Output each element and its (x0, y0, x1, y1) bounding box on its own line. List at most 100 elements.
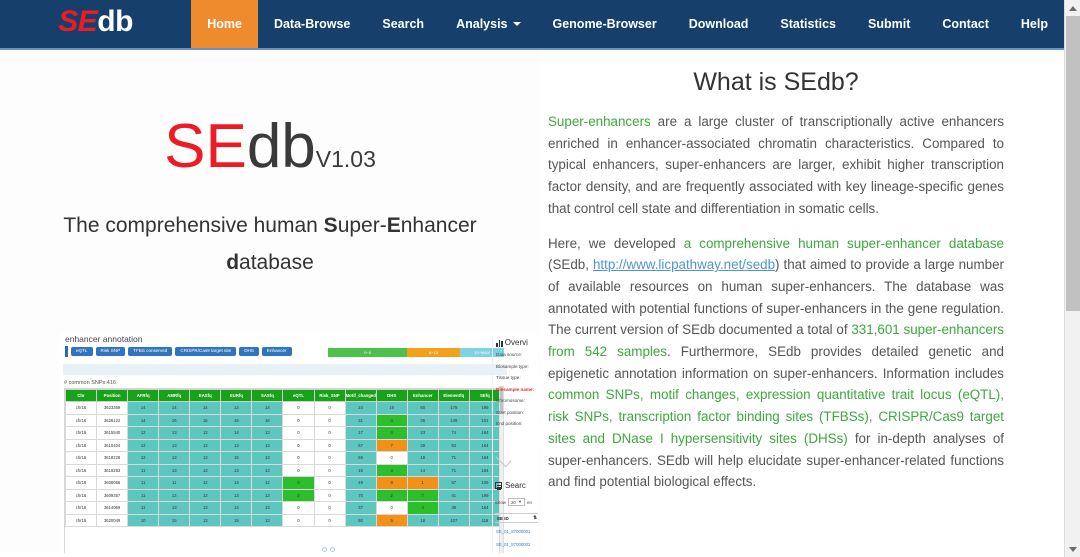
table-cell: 64 (437, 438, 470, 452)
badge-dhs[interactable]: DHS (239, 346, 259, 357)
enhancer-annotation-preview[interactable]: enhancer annotation eQTL Risk SNP TFBS c… (60, 332, 538, 557)
table-row[interactable]: chr16 3615940 12 13 13 14 13 0 0 17 4 23 74 164 (65, 426, 501, 440)
table-row[interactable]: chr16 3620049 10 15 13 15 13 0 0 80 5 16 107 116 (65, 513, 501, 527)
table-cell: 13 (189, 451, 222, 465)
nav-item-statistics[interactable]: Statistics (764, 0, 852, 48)
table-cell: 71 (437, 463, 470, 477)
table-cell: 0 (313, 476, 346, 490)
scroll-up-button[interactable] (1065, 0, 1080, 16)
table-cell: 13 (158, 501, 191, 515)
preview-pager-dots[interactable] (322, 547, 335, 552)
nav-item-submit[interactable]: Submit (852, 0, 926, 48)
table-row[interactable]: chr16 3616283 11 13 13 13 13 0 0 19 3 14 71 164 (65, 463, 501, 477)
table-row[interactable]: chr16 3623359 14 14 14 12 14 0 0 24 19 60 179 199 (65, 401, 501, 415)
table-cell: chr16 (65, 488, 98, 502)
nav-item-help[interactable]: Help (1005, 0, 1064, 48)
table-cell: 0 (313, 426, 346, 440)
table-row[interactable]: chr16 3609357 11 12 13 13 13 2 0 70 2 7 41 199 (65, 488, 501, 502)
nav-item-contact[interactable]: Contact (926, 0, 1005, 48)
table-row[interactable]: chr16 3608066 11 11 12 14 12 3 0 49 9 1 57 109 (65, 476, 501, 490)
table-column-header[interactable]: Motif_changed (344, 389, 377, 402)
table-cell: 24 (344, 401, 377, 415)
entries-select[interactable]: 20 ▾ (507, 498, 526, 506)
tagline-bold-d: d (226, 250, 240, 274)
tagline-part-4: atabase (239, 250, 314, 274)
chevron-down-icon: ▾ (518, 499, 522, 504)
table-column-header[interactable]: AFRfq (127, 389, 160, 402)
badge-crispr-target[interactable]: CRISPR/Cas9 target site (175, 346, 237, 357)
table-cell: 3615940 (96, 426, 129, 440)
table-cell: 15 (189, 413, 222, 427)
window-scrollbar[interactable] (1064, 0, 1080, 557)
table-cell: 13 (189, 438, 222, 452)
scrollbar-thumb[interactable] (1066, 16, 1080, 311)
table-row[interactable]: chr16 3614069 11 13 13 14 13 0 0 37 0 4 39 164 (65, 501, 501, 515)
tagline-part-3: nhancer (400, 214, 477, 237)
main-navbar: SE db Home Data-Browse Search Analysis Ge… (0, 0, 1064, 50)
nav-item-search[interactable]: Search (366, 0, 440, 48)
field-biosample-type: Biosample type: (496, 363, 529, 369)
hero-logo-version: V1.03 (315, 146, 376, 172)
tagline-bold-e: E (386, 214, 401, 237)
badge-risk-snp[interactable]: Risk SNP (95, 346, 126, 357)
table-cell: 12 (158, 488, 191, 502)
list-item[interactable]: SE_01_87000002 (496, 542, 530, 547)
table-cell: 4 (406, 501, 439, 515)
chevron-down-icon (512, 22, 521, 26)
scroll-down-button[interactable] (1065, 541, 1080, 557)
table-column-header[interactable]: eQTL (282, 389, 315, 402)
table-column-header[interactable]: SASfq (251, 389, 284, 402)
table-cell: 12 (220, 401, 253, 415)
table-column-header[interactable]: Chr (65, 389, 98, 402)
table-cell: 39 (406, 438, 439, 452)
table-column-header[interactable]: EURfq (220, 389, 253, 402)
table-column-header[interactable]: Risk_SNP (313, 389, 346, 402)
table-column-header[interactable]: AMRfq (158, 389, 191, 402)
bar-chart-icon (496, 339, 503, 347)
table-column-header[interactable]: Enhancer (406, 389, 439, 402)
article-paragraph-1: Super-enhancers are a large cluster of t… (548, 111, 1004, 220)
table-cell: 7 (375, 438, 408, 452)
nav-item-download[interactable]: Download (673, 0, 765, 48)
site-logo[interactable]: SE db (0, 0, 191, 48)
list-item[interactable]: SE_01_87000001 (496, 529, 530, 534)
badge-enhancer[interactable]: Enhancer (261, 346, 292, 357)
table-column-header[interactable]: Position (96, 389, 129, 402)
nav-item-help-label: Help (1020, 17, 1048, 31)
preview-table-wrapper[interactable]: Chr Position AFRfq AMRfq EASfq EURfq SASfq eQTL… (64, 388, 502, 556)
table-cell: 19 (375, 401, 408, 415)
badge-eqtl[interactable]: eQTL (71, 346, 93, 357)
nav-item-data-browse[interactable]: Data-Browse (258, 0, 366, 48)
table-cell: 13 (251, 438, 284, 452)
table-cell: 55 (344, 451, 377, 465)
table-cell: 18 (406, 451, 439, 465)
table-cell: 3610404 (96, 438, 129, 452)
table-cell: 80 (344, 513, 377, 527)
table-column-header[interactable]: EASfq (189, 389, 222, 402)
nav-item-genome-browser[interactable]: Genome-Browser (537, 0, 673, 48)
table-row[interactable]: chr16 3618228 12 13 13 15 13 0 0 55 0 18 71 164 (65, 451, 501, 465)
preview-overview-title: Overvi (504, 338, 528, 347)
table-row[interactable]: chr16 3610404 12 13 13 13 13 0 0 67 7 39 64 164 (65, 438, 501, 452)
table-row[interactable]: chr16 3626122 14 16 15 16 16 0 0 31 4 36 149 101 (65, 413, 501, 427)
table-cell: 15 (220, 513, 253, 527)
badge-tfbs-conserved[interactable]: TFBS conserved (128, 346, 173, 357)
table-cell: chr16 (65, 513, 98, 527)
table-cell: 3616283 (96, 463, 129, 477)
table-column-header[interactable]: DHS (375, 389, 408, 402)
table-cell: 13 (189, 513, 222, 527)
table-cell: 0 (282, 438, 315, 452)
nav-item-analysis[interactable]: Analysis (440, 0, 536, 48)
preview-show-entries: Show 20 ▾ en (495, 498, 532, 506)
sedb-url-link[interactable]: http://www.licpathway.net/sedb (593, 257, 775, 272)
table-cell: 12 (251, 476, 284, 490)
nav-item-data-browse-label: Data-Browse (273, 17, 351, 31)
table-cell: 14 (158, 401, 191, 415)
nav-item-home[interactable]: Home (191, 0, 258, 48)
preview-seid-column-header[interactable]: SE ID ⇅ (495, 513, 538, 523)
table-cell: 13 (158, 451, 191, 465)
table-cell: 3620049 (96, 513, 129, 527)
table-cell: 14 (220, 476, 253, 490)
table-column-header[interactable]: Elementfq (437, 389, 470, 402)
nav-links: Home Data-Browse Search Analysis Genome-… (191, 0, 1064, 48)
